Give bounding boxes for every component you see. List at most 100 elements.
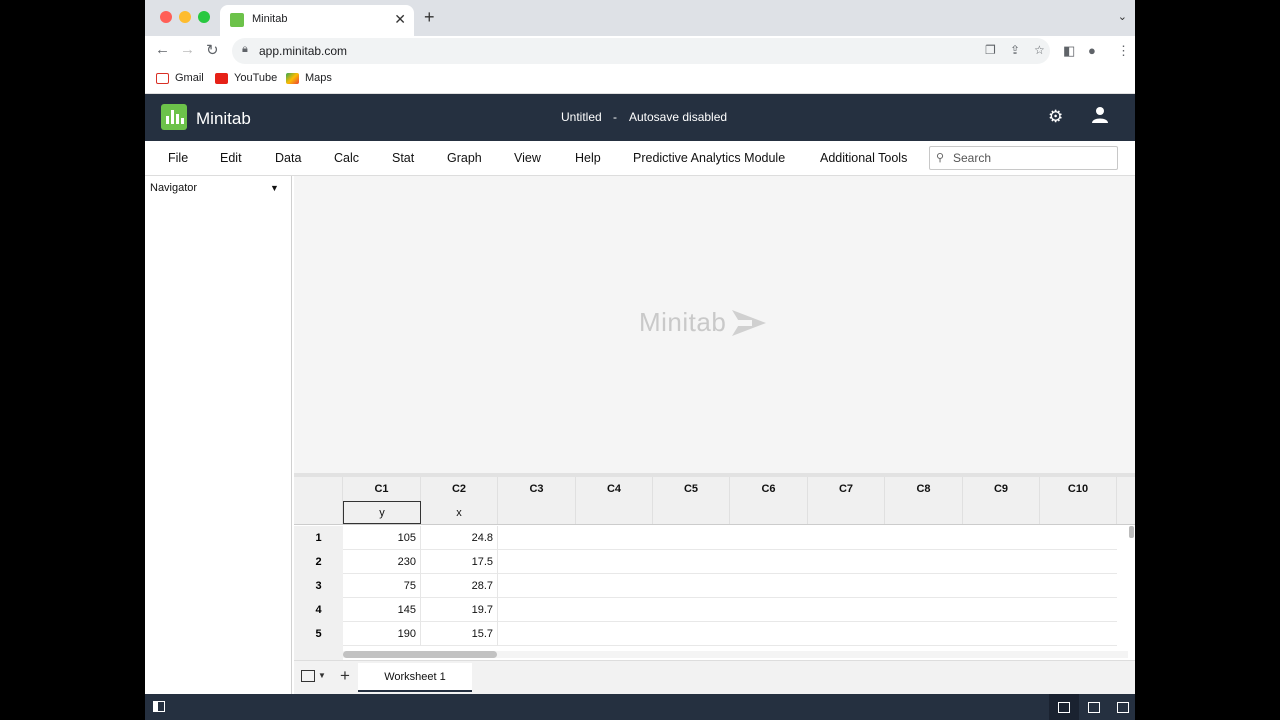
data-cell[interactable]: 145 [343, 598, 421, 622]
tab-worksheet-1[interactable]: Worksheet 1 [358, 663, 472, 692]
column-header[interactable]: C6 [730, 477, 808, 501]
reload-icon[interactable]: ↻ [206, 41, 219, 59]
browser-toolbar: ← → ↻ 🔒︎ app.minitab.com ❐ ⇪ ☆ ◧ ● ⋮ [145, 36, 1135, 66]
corner-cell[interactable] [294, 477, 343, 501]
browser-tab[interactable]: Minitab ✕ [220, 5, 414, 36]
column-header[interactable]: C5 [653, 477, 730, 501]
menu-predictive-analytics[interactable]: Predictive Analytics Module [633, 151, 785, 165]
column-name-cell[interactable] [576, 501, 653, 524]
browser-menu-icon[interactable]: ⋮ [1117, 43, 1130, 59]
row-header[interactable]: 1 [294, 526, 343, 550]
table-row: 105 24.8 [343, 526, 1117, 550]
column-header[interactable]: C7 [808, 477, 885, 501]
profile-avatar-icon[interactable]: ● [1088, 43, 1096, 58]
column-name-cell[interactable] [885, 501, 963, 524]
name-row-header [294, 501, 343, 524]
data-cell[interactable]: 105 [343, 526, 421, 550]
new-tab-button[interactable]: + [424, 7, 435, 28]
navigator-title: Navigator [150, 182, 198, 194]
sheet-tab-bar: ▼ + Worksheet 1 [294, 660, 1135, 694]
data-cell[interactable]: 75 [343, 574, 421, 598]
bookmark-star-icon[interactable]: ☆ [1034, 43, 1045, 57]
row-header[interactable]: 5 [294, 622, 343, 646]
bookmark-label: Maps [305, 72, 332, 84]
row-header[interactable]: 3 [294, 574, 343, 598]
bookmark-label: Gmail [175, 72, 204, 84]
data-cell[interactable]: 19.7 [421, 598, 498, 622]
column-header[interactable]: C4 [576, 477, 653, 501]
back-arrow-icon[interactable]: ← [155, 41, 170, 58]
window-maximize-button[interactable] [198, 11, 210, 23]
minitab-logo-icon [161, 104, 187, 130]
browser-tabstrip: Minitab ✕ + ⌄ [145, 0, 1135, 36]
column-name-cell[interactable] [963, 501, 1040, 524]
data-cell[interactable]: 230 [343, 550, 421, 574]
column-header[interactable]: C10 [1040, 477, 1117, 501]
vertical-scrollbar-thumb[interactable] [1129, 526, 1134, 538]
split-view-icon [1058, 701, 1070, 713]
horizontal-scrollbar-thumb[interactable] [343, 651, 497, 658]
worksheet-grid: C1 C2 C3 C4 C5 C6 C7 C8 C9 C10 y x 1 105… [294, 477, 1135, 660]
add-worksheet-button[interactable]: + [340, 666, 350, 686]
tab-search-chevron-icon[interactable]: ⌄ [1118, 10, 1127, 23]
url-text[interactable]: app.minitab.com [259, 44, 347, 58]
gear-icon[interactable]: ⚙ [1048, 107, 1063, 127]
panel-toggle-icon[interactable] [153, 701, 165, 712]
search-input[interactable] [953, 150, 1113, 166]
address-bar[interactable]: 🔒︎ app.minitab.com ❐ ⇪ ☆ [232, 38, 1050, 64]
menu-help[interactable]: Help [575, 151, 601, 165]
bookmark-youtube[interactable]: YouTube [215, 72, 277, 84]
column-header[interactable]: C1 [343, 477, 421, 501]
column-name-cell[interactable]: y [343, 501, 421, 524]
output-view-button[interactable] [1108, 694, 1135, 720]
menu-calc[interactable]: Calc [334, 151, 359, 165]
row-header-partial[interactable] [294, 646, 343, 660]
menu-graph[interactable]: Graph [447, 151, 482, 165]
menu-data[interactable]: Data [275, 151, 301, 165]
share-icon[interactable]: ⇪ [1010, 43, 1020, 57]
column-name-cell[interactable] [653, 501, 730, 524]
tab-close-icon[interactable]: ✕ [394, 11, 406, 28]
forward-arrow-icon[interactable]: → [180, 41, 195, 58]
worksheet-grid-menu-icon[interactable] [301, 670, 315, 682]
data-cell[interactable]: 15.7 [421, 622, 498, 646]
row-header[interactable]: 4 [294, 598, 343, 622]
column-header[interactable]: C3 [498, 477, 576, 501]
menu-stat[interactable]: Stat [392, 151, 414, 165]
tab-title: Minitab [252, 13, 288, 25]
column-header[interactable]: C2 [421, 477, 498, 501]
menu-edit[interactable]: Edit [220, 151, 242, 165]
data-cell[interactable]: 28.7 [421, 574, 498, 598]
bookmark-maps[interactable]: Maps [286, 72, 332, 84]
menu-additional-tools[interactable]: Additional Tools [820, 151, 907, 165]
row-header[interactable]: 2 [294, 550, 343, 574]
navigator-dropdown-caret-icon[interactable]: ▼ [270, 183, 279, 193]
column-name-cell[interactable] [498, 501, 576, 524]
side-panel-icon[interactable]: ◧ [1063, 43, 1075, 59]
column-name-cell[interactable] [1040, 501, 1117, 524]
bookmark-gmail[interactable]: Gmail [156, 72, 204, 84]
clipboard-icon[interactable]: ❐ [985, 43, 996, 57]
menu-file[interactable]: File [168, 151, 188, 165]
worksheet-view-button[interactable] [1079, 694, 1109, 720]
search-box[interactable]: ⚲ [929, 146, 1118, 170]
window-close-button[interactable] [160, 11, 172, 23]
menu-view[interactable]: View [514, 151, 541, 165]
data-cell[interactable]: 17.5 [421, 550, 498, 574]
chevron-down-icon[interactable]: ▼ [318, 671, 326, 680]
data-cell[interactable]: 190 [343, 622, 421, 646]
split-view-button[interactable] [1049, 694, 1079, 720]
column-header[interactable]: C9 [963, 477, 1040, 501]
column-header[interactable]: C8 [885, 477, 963, 501]
column-name-cell[interactable] [730, 501, 808, 524]
column-name-cell[interactable] [808, 501, 885, 524]
navigator-panel: Navigator ▼ [145, 176, 292, 694]
browser-window: Minitab ✕ + ⌄ ← → ↻ 🔒︎ app.minitab.com ❐… [145, 0, 1135, 720]
window-minimize-button[interactable] [179, 11, 191, 23]
title-separator: - [613, 110, 617, 124]
horizontal-scrollbar[interactable] [343, 651, 1128, 658]
column-name-cell[interactable]: x [421, 501, 498, 524]
data-cell[interactable]: 24.8 [421, 526, 498, 550]
maps-icon [286, 72, 299, 84]
user-account-icon[interactable] [1091, 106, 1109, 124]
